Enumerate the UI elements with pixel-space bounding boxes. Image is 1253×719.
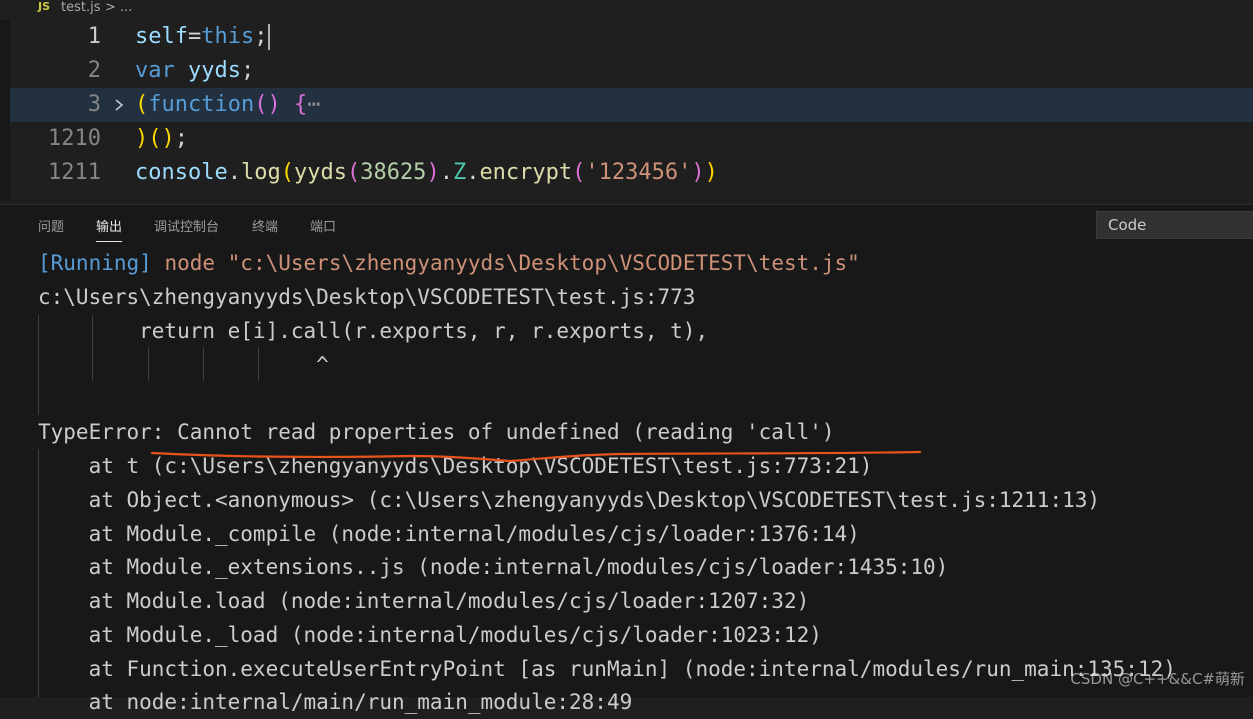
output-line: ^ [38, 353, 329, 377]
output-text: [Running] node "c:\Users\zhengyanyyds\De… [0, 205, 1253, 714]
indent-guide [38, 449, 39, 697]
stack-frame: at node:internal/main/run_main_module:28… [38, 690, 633, 714]
watermark: CSDN @C++&&C#萌新 [1070, 670, 1245, 688]
indent-guide [258, 347, 259, 381]
chevron-right-icon[interactable] [114, 88, 124, 122]
javascript-file-icon: JS [38, 0, 51, 13]
line-number: 1210 [48, 126, 101, 151]
code-line-folded[interactable]: 3 (function() {⋯ [10, 88, 1253, 122]
running-command: node "c:\Users\zhengyanyyds\Desktop\VSCO… [164, 251, 860, 275]
breadcrumb-more[interactable]: ... [120, 0, 132, 15]
line-number: 1 [87, 24, 101, 49]
stack-frame: at Module._extensions..js (node:internal… [38, 555, 949, 579]
code-text: )(); [135, 126, 188, 151]
running-line: [Running] node "c:\Users\zhengyanyyds\De… [38, 246, 860, 280]
output-line: return e[i].call(r.exports, r, r.exports… [38, 319, 709, 343]
code-line[interactable]: 1211 console.log(yyds(38625).Z.encrypt('… [10, 156, 1253, 190]
line-number: 1211 [48, 160, 101, 185]
stack-frame: at Function.executeUserEntryPoint [as ru… [38, 657, 1176, 681]
running-tag: [Running] [38, 251, 152, 275]
code-text: var yyds; [135, 58, 255, 83]
code-text: console.log(yyds(38625).Z.encrypt('12345… [135, 160, 718, 185]
breadcrumb-file[interactable]: test.js [61, 0, 100, 15]
breadcrumb: JS test.js > ... [0, 0, 1253, 20]
text-cursor [268, 24, 271, 50]
indent-guide [92, 315, 93, 381]
chevron-right-icon: > [105, 0, 116, 15]
indent-guide [203, 347, 204, 381]
code-line[interactable]: 1210 )(); [10, 122, 1253, 156]
red-underline-annotation [150, 450, 922, 463]
stack-frame: at Module._load (node:internal/modules/c… [38, 623, 822, 647]
code-editor[interactable]: 1 self=this; 2 var yyds; 3 (function() {… [10, 20, 1253, 200]
code-text: (function() {⋯ [135, 92, 321, 117]
stack-frame: at Module._compile (node:internal/module… [38, 522, 860, 546]
line-number: 2 [87, 58, 101, 83]
stack-frame: at Object.<anonymous> (c:\Users\zhengyan… [38, 488, 1101, 512]
code-text: self=this; [135, 20, 271, 54]
code-line[interactable]: 2 var yyds; [10, 54, 1253, 88]
stack-frame: at Module.load (node:internal/modules/cj… [38, 589, 810, 613]
indent-guide [38, 315, 39, 415]
error-message: TypeError: Cannot read properties of und… [38, 420, 835, 444]
output-line: c:\Users\zhengyanyyds\Desktop\VSCODETEST… [38, 285, 696, 309]
code-line[interactable]: 1 self=this; [10, 20, 1253, 54]
line-number: 3 [87, 92, 101, 117]
output-panel: 问题 输出 调试控制台 终端 端口 Code [Running] node "c… [0, 205, 1253, 714]
indent-guide [148, 347, 149, 381]
